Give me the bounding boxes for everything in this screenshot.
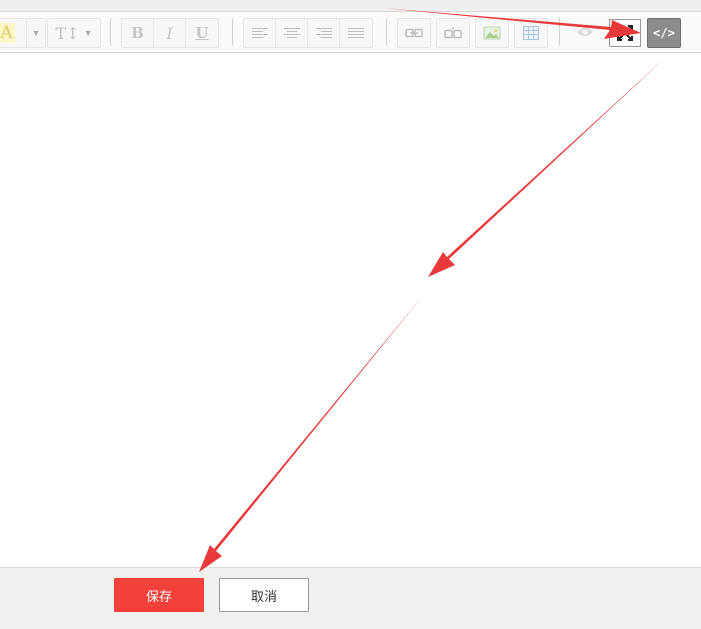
fullscreen-icon [617, 25, 633, 41]
code-icon: </> [653, 26, 675, 40]
align-justify-icon [348, 28, 364, 38]
font-size-button[interactable]: T↕ ▼ [48, 19, 100, 47]
align-center-button[interactable] [276, 19, 308, 47]
underline-button[interactable]: U [186, 19, 218, 47]
image-button[interactable] [476, 19, 508, 47]
preview-button-wrap [569, 18, 601, 46]
unlink-button-wrap [436, 18, 470, 48]
editor-content-area[interactable] [0, 53, 701, 567]
toolbar-divider [232, 18, 233, 46]
preview-button[interactable] [569, 18, 601, 46]
toolbar-divider [386, 18, 387, 46]
table-button[interactable] [515, 19, 547, 47]
align-justify-button[interactable] [340, 19, 372, 47]
toolbar-divider [110, 18, 111, 46]
chevron-down-icon: ▼ [83, 28, 93, 38]
align-right-button[interactable] [308, 19, 340, 47]
text-style-group: B I U [121, 18, 219, 48]
font-color-button[interactable]: A [0, 19, 27, 47]
align-center-icon [283, 28, 300, 38]
unlink-icon [444, 27, 462, 39]
fullscreen-button[interactable] [609, 19, 641, 47]
font-color-group[interactable]: A ▼ [0, 18, 46, 48]
underline-icon: U [195, 24, 209, 42]
image-button-wrap [475, 18, 509, 48]
link-button[interactable] [398, 19, 430, 47]
toolbar-divider [559, 18, 560, 46]
bold-button[interactable]: B [122, 19, 154, 47]
font-color-dropdown[interactable]: ▼ [27, 19, 45, 47]
font-color-icon: A [0, 23, 15, 43]
alignment-group [243, 18, 373, 48]
save-button[interactable]: 保存 [114, 578, 204, 612]
font-size-group[interactable]: T↕ ▼ [47, 18, 101, 48]
source-code-button[interactable]: </> [647, 18, 681, 48]
chevron-down-icon: ▼ [31, 28, 41, 38]
editor-footer: 保存 取消 [0, 567, 701, 629]
bold-icon: B [131, 24, 144, 42]
italic-icon: I [166, 23, 173, 43]
italic-button[interactable]: I [154, 19, 186, 47]
cancel-button[interactable]: 取消 [219, 578, 309, 612]
align-left-icon [251, 28, 268, 38]
link-button-wrap [397, 18, 431, 48]
link-icon [405, 28, 423, 38]
editor-toolbar: A ▼ T↕ ▼ B I U [0, 12, 701, 53]
table-button-wrap [514, 18, 548, 48]
font-size-icon: T↕ [55, 23, 80, 43]
align-right-icon [315, 28, 332, 38]
unlink-button[interactable] [437, 19, 469, 47]
image-icon [483, 26, 501, 40]
align-left-button[interactable] [244, 19, 276, 47]
table-icon [523, 26, 539, 40]
eye-icon [577, 28, 593, 36]
window-top-strip [0, 0, 701, 12]
